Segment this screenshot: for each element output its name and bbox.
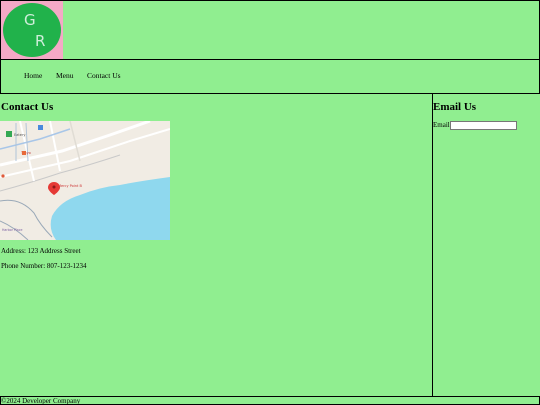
email-sidebar: Email Us Email: [432, 93, 540, 397]
main-nav: Home Menu Contact Us: [0, 59, 540, 94]
poi-marker: [1, 174, 5, 178]
email-title: Email Us: [433, 101, 477, 113]
logo-letter-g: G: [24, 11, 36, 29]
phone-text: Phone Number: 807-123-1234: [1, 262, 87, 270]
map-image[interactable]: Eatery Tokyo Mercy Point B Harbor Place: [0, 121, 170, 240]
address-text: Address: 123 Address Street: [1, 247, 81, 255]
nav-contact-link[interactable]: Contact Us: [87, 71, 121, 80]
map-label-2: Mercy Point B: [58, 184, 82, 188]
email-label: Email: [433, 121, 450, 129]
map-graphic: Eatery Tokyo Mercy Point B Harbor Place: [0, 121, 170, 240]
footer-copyright: ©2024 Developer Company: [1, 397, 81, 405]
site-footer: ©2024 Developer Company: [0, 396, 540, 405]
site-header: G R: [0, 0, 540, 60]
page: G R Home Menu Contact Us Contact Us Eate…: [0, 0, 540, 405]
nav-home-link[interactable]: Home: [24, 71, 42, 80]
logo-letter-r: R: [35, 32, 46, 50]
map-label-0: Eatery: [14, 133, 25, 137]
contact-title: Contact Us: [1, 101, 54, 113]
main-content: Contact Us Eatery Mercy Point B Harbor P…: [0, 93, 433, 397]
logo-circle: G R: [3, 3, 61, 57]
park-marker: [6, 131, 12, 137]
email-field[interactable]: [450, 121, 517, 130]
logo[interactable]: G R: [1, 1, 63, 59]
nav-menu-link[interactable]: Menu: [56, 71, 74, 80]
poi-marker: [22, 151, 26, 155]
transit-marker: [38, 125, 43, 130]
map-label-3: Harbor Place: [2, 228, 22, 232]
